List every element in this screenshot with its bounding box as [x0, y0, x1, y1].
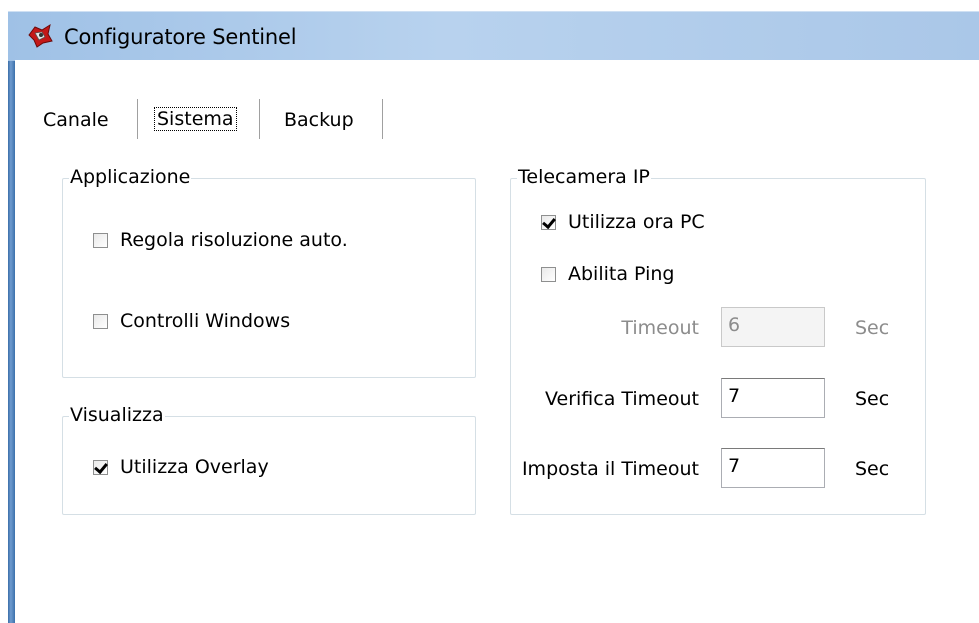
checkbox-utilizza-overlay[interactable]: Utilizza Overlay: [93, 456, 269, 478]
tab-sistema[interactable]: Sistema: [150, 97, 260, 141]
tab-separator: [137, 99, 141, 139]
checkbox-regola-risoluzione[interactable]: Regola risoluzione auto.: [93, 229, 348, 251]
verifica-timeout-unit: Sec: [855, 388, 890, 410]
tab-separator: [382, 99, 386, 139]
checkbox-box[interactable]: [93, 313, 108, 329]
dialog-client-area: Canale Sistema Backup Applicazione Regol…: [15, 60, 979, 623]
group-telecamera-title: Telecamera IP: [517, 166, 651, 188]
timeout-label: Timeout: [621, 317, 699, 339]
tab-separator: [259, 99, 263, 139]
tab-backup[interactable]: Backup: [272, 97, 382, 141]
timeout-input[interactable]: 6: [721, 307, 825, 347]
group-telecamera-ip: Telecamera IP Utilizza ora PC Abilita Pi…: [510, 166, 926, 515]
tab-canale-label: Canale: [43, 109, 109, 131]
checkbox-label: Regola risoluzione auto.: [120, 229, 348, 251]
timeout-unit: Sec: [855, 317, 890, 339]
checkbox-box[interactable]: [93, 459, 108, 475]
verifica-timeout-label: Verifica Timeout: [544, 388, 699, 410]
checkbox-label: Utilizza ora PC: [568, 211, 705, 233]
imposta-timeout-label: Imposta il Timeout: [521, 458, 699, 480]
window-title: Configuratore Sentinel: [64, 25, 297, 49]
checkbox-box[interactable]: [541, 266, 556, 282]
checkbox-controlli-windows[interactable]: Controlli Windows: [93, 310, 290, 332]
checkbox-label: Utilizza Overlay: [120, 456, 269, 478]
checkbox-utilizza-ora-pc[interactable]: Utilizza ora PC: [541, 211, 705, 233]
title-bar[interactable]: Configuratore Sentinel: [8, 11, 979, 61]
group-visualizza: Visualizza Utilizza Overlay: [62, 404, 476, 515]
checkbox-box[interactable]: [93, 232, 108, 248]
checkbox-label: Controlli Windows: [120, 310, 291, 332]
tab-canale[interactable]: Canale: [40, 97, 135, 141]
imposta-timeout-unit: Sec: [855, 458, 890, 480]
checkbox-label: Abilita Ping: [568, 263, 675, 285]
sentinel-app-icon: [28, 23, 53, 48]
group-applicazione: Applicazione Regola risoluzione auto. Co…: [62, 166, 476, 378]
verifica-timeout-input[interactable]: 7: [721, 378, 825, 418]
window-frame-left: [8, 40, 15, 623]
tab-sistema-label: Sistema: [154, 107, 237, 131]
checkbox-box[interactable]: [541, 214, 556, 230]
checkbox-abilita-ping[interactable]: Abilita Ping: [541, 263, 674, 285]
group-visualizza-title: Visualizza: [69, 404, 165, 426]
tab-backup-label: Backup: [284, 109, 354, 131]
group-applicazione-title: Applicazione: [69, 166, 192, 188]
imposta-timeout-input[interactable]: 7: [721, 448, 825, 488]
